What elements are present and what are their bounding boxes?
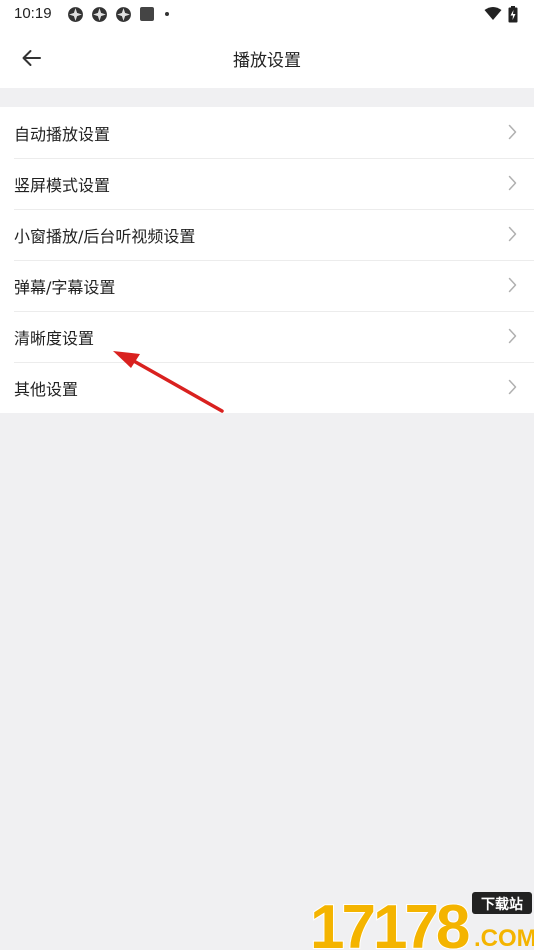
status-system-icons (484, 5, 518, 23)
settings-item-label: 清晰度设置 (14, 328, 95, 348)
settings-item-label: 弹幕/字幕设置 (14, 277, 116, 297)
settings-item-danmaku-subtitle[interactable]: 弹幕/字幕设置 (0, 260, 534, 311)
settings-item-label: 小窗播放/后台听视频设置 (14, 226, 196, 246)
settings-item-label: 其他设置 (14, 379, 79, 399)
chevron-right-icon (508, 379, 517, 395)
svg-text:.COM: .COM (474, 925, 534, 950)
chevron-right-icon (508, 175, 517, 191)
status-notification-icons (67, 6, 172, 22)
svg-text:下载站: 下载站 (481, 896, 523, 913)
chevron-right-icon (508, 226, 517, 242)
settings-item-pip-background[interactable]: 小窗播放/后台听视频设置 (0, 209, 534, 260)
square-notification-icon (140, 7, 154, 21)
app-notification-icon (92, 6, 107, 22)
chevron-right-icon (508, 124, 517, 140)
settings-item-other[interactable]: 其他设置 (0, 362, 534, 413)
app-notification-icon (68, 6, 83, 22)
wifi-icon (484, 7, 502, 20)
chevron-right-icon (508, 328, 517, 344)
chevron-right-icon (508, 277, 517, 293)
settings-item-label: 自动播放设置 (14, 124, 111, 144)
settings-item-quality[interactable]: 清晰度设置 (0, 311, 534, 362)
status-time: 10:19 (14, 5, 52, 22)
settings-list: 自动播放设置 竖屏模式设置 小窗播放/后台听视频设置 弹幕/字幕设置 清晰度设置… (0, 107, 534, 413)
svg-text:17178: 17178 (310, 893, 469, 950)
battery-charging-icon (508, 5, 518, 22)
settings-item-autoplay[interactable]: 自动播放设置 (0, 107, 534, 158)
app-notification-icon (116, 6, 131, 22)
settings-item-portrait-mode[interactable]: 竖屏模式设置 (0, 158, 534, 209)
app-bar: 播放设置 (0, 28, 534, 88)
watermark-logo: 17178 下载站 .COM (310, 892, 534, 950)
settings-item-label: 竖屏模式设置 (14, 175, 111, 195)
dot-icon (165, 12, 169, 16)
page-title: 播放设置 (233, 51, 301, 71)
status-bar: 10:19 (0, 0, 534, 28)
